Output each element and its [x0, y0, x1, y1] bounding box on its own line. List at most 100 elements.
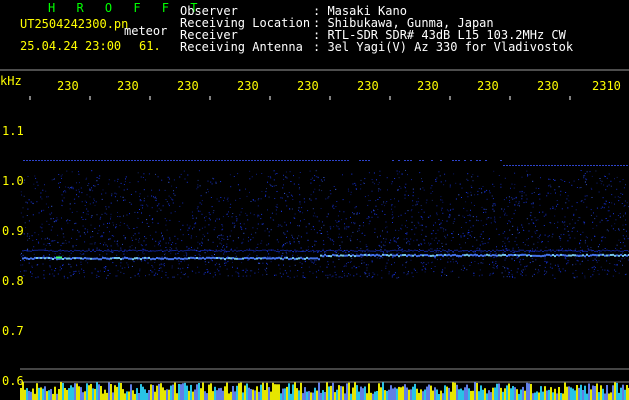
activity-bar [54, 386, 56, 400]
secondary-trace-segment [190, 249, 192, 251]
main-trace-segment [430, 254, 432, 257]
main-trace-segment [284, 256, 286, 259]
secondary-trace-segment [544, 250, 546, 252]
activity-bar [302, 393, 304, 400]
secondary-trace-segment [598, 250, 600, 251]
main-trace-segment [492, 254, 494, 257]
activity-bar [90, 383, 92, 400]
secondary-trace-segment [600, 250, 602, 252]
upper-trace-segment [245, 160, 247, 161]
activity-bar [82, 392, 84, 400]
activity-bar [338, 385, 340, 400]
main-trace-segment [332, 253, 334, 256]
secondary-trace-segment [562, 250, 564, 252]
upper-trace-segment [398, 160, 400, 161]
activity-bar [474, 382, 476, 400]
upper-trace-segment [479, 160, 481, 161]
secondary-trace-segment [36, 249, 38, 251]
main-trace-segment [330, 255, 332, 258]
main-trace-segment [318, 258, 320, 261]
main-trace-segment [246, 256, 248, 259]
activity-bar [580, 384, 582, 400]
activity-bar [270, 391, 272, 400]
main-trace-segment [118, 257, 120, 259]
activity-bar [298, 390, 300, 400]
activity-bar [620, 387, 622, 400]
activity-bar [446, 386, 448, 400]
main-trace-segment [392, 254, 394, 257]
main-trace-segment [32, 257, 34, 260]
secondary-trace-segment [246, 249, 248, 251]
upper-trace-segment [38, 160, 40, 161]
main-trace-segment [278, 256, 280, 259]
secondary-trace-segment [362, 250, 364, 252]
main-trace-segment [264, 256, 266, 259]
upper-trace-segment [557, 165, 559, 166]
activity-bar [126, 391, 128, 400]
upper-trace-segment [431, 160, 433, 161]
activity-bar [592, 385, 594, 400]
main-trace-segment [324, 253, 326, 256]
activity-bar [314, 387, 316, 400]
main-trace-segment [536, 254, 538, 257]
activity-bar [284, 388, 286, 400]
main-trace-segment [444, 253, 446, 256]
main-trace-segment [556, 254, 558, 256]
main-trace-segment [132, 258, 134, 261]
activity-bar [426, 386, 428, 400]
main-trace-segment [290, 257, 292, 260]
secondary-trace-segment [264, 249, 266, 251]
secondary-trace-segment [212, 250, 214, 252]
main-trace-segment [440, 253, 442, 256]
upper-trace-segment [323, 160, 325, 161]
main-trace-segment [512, 254, 514, 257]
main-trace-segment [74, 257, 76, 260]
datetime-label: 25.04.24 23:00 [20, 39, 122, 53]
upper-trace-segment [104, 160, 106, 161]
secondary-trace-segment [78, 250, 80, 252]
upper-trace-segment [605, 165, 607, 166]
main-trace-segment [276, 257, 278, 260]
upper-trace-segment [506, 165, 508, 166]
main-trace-segment [582, 254, 584, 257]
main-trace-segment [598, 254, 600, 257]
main-trace-segment [148, 256, 150, 259]
secondary-trace-segment [350, 249, 352, 251]
secondary-trace-segment [304, 250, 306, 252]
activity-bar [336, 389, 338, 400]
upper-trace-segment [332, 160, 334, 161]
activity-bar [516, 389, 518, 400]
upper-trace-segment [236, 160, 238, 161]
secondary-trace-segment [68, 250, 70, 252]
upper-trace-segment [326, 160, 328, 161]
main-trace-segment [382, 253, 384, 256]
activity-bar [68, 388, 70, 400]
secondary-trace-segment [248, 249, 250, 251]
main-trace-segment [520, 254, 522, 256]
activity-bar [360, 386, 362, 400]
main-trace-segment [498, 254, 500, 257]
secondary-trace-segment [222, 249, 224, 251]
main-trace-segment [156, 257, 158, 259]
secondary-trace-segment [34, 249, 36, 251]
secondary-trace-segment [474, 250, 476, 252]
secondary-trace-segment [494, 250, 496, 252]
secondary-trace-segment [476, 249, 478, 251]
secondary-trace-segment [572, 250, 574, 252]
main-trace-segment [338, 255, 340, 258]
activity-bar [366, 393, 368, 400]
upper-trace-segment [239, 160, 241, 161]
activity-bar [600, 385, 602, 400]
secondary-trace-segment [618, 250, 620, 252]
secondary-trace-segment [160, 249, 162, 251]
upper-trace-segment [233, 160, 235, 161]
activity-bar [614, 382, 616, 400]
secondary-trace-segment [316, 250, 318, 252]
main-trace-segment [94, 257, 96, 260]
main-trace-segment [614, 254, 616, 257]
secondary-trace-segment [174, 250, 176, 251]
activity-bar [376, 391, 378, 400]
activity-bar [394, 387, 396, 400]
secondary-trace-segment [412, 250, 414, 252]
activity-bar [124, 393, 126, 400]
